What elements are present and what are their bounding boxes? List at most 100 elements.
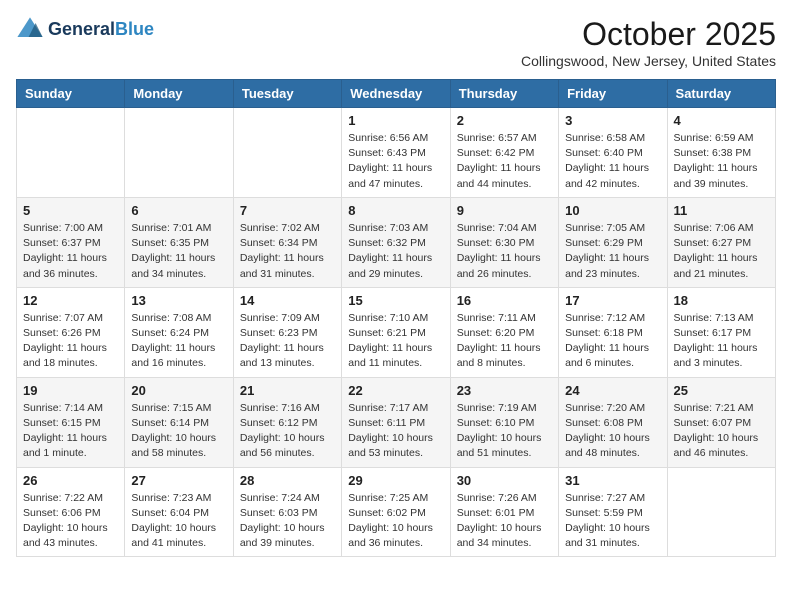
month-title: October 2025	[521, 16, 776, 53]
day-number: 24	[565, 383, 660, 398]
day-number: 13	[131, 293, 226, 308]
calendar-cell: 23 Sunrise: 7:19 AMSunset: 6:10 PMDayligh…	[450, 377, 558, 467]
calendar-cell: 31 Sunrise: 7:27 AMSunset: 5:59 PMDayligh…	[559, 467, 667, 557]
calendar-cell: 7 Sunrise: 7:02 AMSunset: 6:34 PMDaylight…	[233, 197, 341, 287]
day-number: 19	[23, 383, 118, 398]
calendar-cell	[667, 467, 775, 557]
calendar-cell: 26 Sunrise: 7:22 AMSunset: 6:06 PMDayligh…	[17, 467, 125, 557]
day-info: Sunrise: 7:02 AMSunset: 6:34 PMDaylight:…	[240, 221, 335, 282]
day-info: Sunrise: 7:06 AMSunset: 6:27 PMDaylight:…	[674, 221, 769, 282]
day-info: Sunrise: 7:04 AMSunset: 6:30 PMDaylight:…	[457, 221, 552, 282]
calendar-cell: 29 Sunrise: 7:25 AMSunset: 6:02 PMDayligh…	[342, 467, 450, 557]
calendar-cell: 14Sunrise: 7:09 AMSunset: 6:23 PMDayligh…	[233, 287, 341, 377]
calendar-cell: 19 Sunrise: 7:14 AMSunset: 6:15 PMDayligh…	[17, 377, 125, 467]
day-number: 16	[457, 293, 552, 308]
day-info: Sunrise: 7:20 AMSunset: 6:08 PMDaylight:…	[565, 401, 660, 462]
calendar-cell: 3 Sunrise: 6:58 AMSunset: 6:40 PMDaylight…	[559, 108, 667, 198]
calendar-cell: 9 Sunrise: 7:04 AMSunset: 6:30 PMDaylight…	[450, 197, 558, 287]
day-info: Sunrise: 7:25 AMSunset: 6:02 PMDaylight:…	[348, 491, 443, 552]
calendar-cell: 11 Sunrise: 7:06 AMSunset: 6:27 PMDayligh…	[667, 197, 775, 287]
day-info: Sunrise: 7:16 AMSunset: 6:12 PMDaylight:…	[240, 401, 335, 462]
weekday-header-saturday: Saturday	[667, 80, 775, 108]
logo-text: GeneralBlue	[48, 20, 154, 40]
day-info: Sunrise: 7:03 AMSunset: 6:32 PMDaylight:…	[348, 221, 443, 282]
calendar-cell: 17 Sunrise: 7:12 AMSunset: 6:18 PMDayligh…	[559, 287, 667, 377]
calendar-cell: 22 Sunrise: 7:17 AMSunset: 6:11 PMDayligh…	[342, 377, 450, 467]
day-number: 25	[674, 383, 769, 398]
logo: GeneralBlue	[16, 16, 154, 44]
day-number: 12	[23, 293, 118, 308]
page-header: GeneralBlue October 2025 Collingswood, N…	[16, 16, 776, 69]
day-number: 3	[565, 113, 660, 128]
day-number: 4	[674, 113, 769, 128]
calendar-cell: 24 Sunrise: 7:20 AMSunset: 6:08 PMDayligh…	[559, 377, 667, 467]
calendar-cell: 18 Sunrise: 7:13 AMSunset: 6:17 PMDayligh…	[667, 287, 775, 377]
week-row-1: 1 Sunrise: 6:56 AMSunset: 6:43 PMDaylight…	[17, 108, 776, 198]
day-info: Sunrise: 7:27 AMSunset: 5:59 PMDaylight:…	[565, 491, 660, 552]
weekday-header-thursday: Thursday	[450, 80, 558, 108]
calendar-cell: 30 Sunrise: 7:26 AMSunset: 6:01 PMDayligh…	[450, 467, 558, 557]
day-info: Sunrise: 6:56 AMSunset: 6:43 PMDaylight:…	[348, 131, 443, 192]
day-number: 11	[674, 203, 769, 218]
day-info: Sunrise: 7:07 AMSunset: 6:26 PMDaylight:…	[23, 311, 118, 372]
day-number: 5	[23, 203, 118, 218]
calendar-cell: 27Sunrise: 7:23 AMSunset: 6:04 PMDayligh…	[125, 467, 233, 557]
weekday-header-sunday: Sunday	[17, 80, 125, 108]
day-info: Sunrise: 7:23 AMSunset: 6:04 PMDaylight:…	[131, 491, 226, 552]
day-number: 29	[348, 473, 443, 488]
calendar-cell: 2Sunrise: 6:57 AMSunset: 6:42 PMDaylight…	[450, 108, 558, 198]
day-info: Sunrise: 7:26 AMSunset: 6:01 PMDaylight:…	[457, 491, 552, 552]
weekday-header-monday: Monday	[125, 80, 233, 108]
calendar-cell: 20 Sunrise: 7:15 AMSunset: 6:14 PMDayligh…	[125, 377, 233, 467]
day-info: Sunrise: 7:17 AMSunset: 6:11 PMDaylight:…	[348, 401, 443, 462]
day-info: Sunrise: 7:15 AMSunset: 6:14 PMDaylight:…	[131, 401, 226, 462]
calendar-cell: 21 Sunrise: 7:16 AMSunset: 6:12 PMDayligh…	[233, 377, 341, 467]
day-number: 6	[131, 203, 226, 218]
logo-icon	[16, 16, 44, 44]
calendar-cell: 10Sunrise: 7:05 AMSunset: 6:29 PMDayligh…	[559, 197, 667, 287]
calendar-cell: 1 Sunrise: 6:56 AMSunset: 6:43 PMDaylight…	[342, 108, 450, 198]
week-row-3: 12 Sunrise: 7:07 AMSunset: 6:26 PMDayligh…	[17, 287, 776, 377]
day-number: 1	[348, 113, 443, 128]
weekday-header-wednesday: Wednesday	[342, 80, 450, 108]
day-number: 17	[565, 293, 660, 308]
calendar-table: SundayMondayTuesdayWednesdayThursdayFrid…	[16, 79, 776, 557]
day-number: 14	[240, 293, 335, 308]
calendar-cell: 4 Sunrise: 6:59 AMSunset: 6:38 PMDaylight…	[667, 108, 775, 198]
day-number: 21	[240, 383, 335, 398]
calendar-cell	[17, 108, 125, 198]
calendar-cell: 13Sunrise: 7:08 AMSunset: 6:24 PMDayligh…	[125, 287, 233, 377]
day-number: 22	[348, 383, 443, 398]
day-number: 28	[240, 473, 335, 488]
weekday-header-row: SundayMondayTuesdayWednesdayThursdayFrid…	[17, 80, 776, 108]
day-info: Sunrise: 7:01 AMSunset: 6:35 PMDaylight:…	[131, 221, 226, 282]
day-info: Sunrise: 7:21 AMSunset: 6:07 PMDaylight:…	[674, 401, 769, 462]
calendar-cell: 12 Sunrise: 7:07 AMSunset: 6:26 PMDayligh…	[17, 287, 125, 377]
day-info: Sunrise: 6:58 AMSunset: 6:40 PMDaylight:…	[565, 131, 660, 192]
day-number: 31	[565, 473, 660, 488]
weekday-header-tuesday: Tuesday	[233, 80, 341, 108]
weekday-header-friday: Friday	[559, 80, 667, 108]
week-row-2: 5 Sunrise: 7:00 AMSunset: 6:37 PMDaylight…	[17, 197, 776, 287]
day-number: 18	[674, 293, 769, 308]
day-number: 20	[131, 383, 226, 398]
day-number: 26	[23, 473, 118, 488]
calendar-cell: 16 Sunrise: 7:11 AMSunset: 6:20 PMDayligh…	[450, 287, 558, 377]
week-row-4: 19 Sunrise: 7:14 AMSunset: 6:15 PMDayligh…	[17, 377, 776, 467]
day-number: 23	[457, 383, 552, 398]
day-info: Sunrise: 7:14 AMSunset: 6:15 PMDaylight:…	[23, 401, 118, 462]
day-info: Sunrise: 7:11 AMSunset: 6:20 PMDaylight:…	[457, 311, 552, 372]
day-info: Sunrise: 7:12 AMSunset: 6:18 PMDaylight:…	[565, 311, 660, 372]
day-number: 7	[240, 203, 335, 218]
day-number: 30	[457, 473, 552, 488]
day-info: Sunrise: 6:59 AMSunset: 6:38 PMDaylight:…	[674, 131, 769, 192]
day-number: 9	[457, 203, 552, 218]
calendar-cell	[125, 108, 233, 198]
day-info: Sunrise: 7:00 AMSunset: 6:37 PMDaylight:…	[23, 221, 118, 282]
day-info: Sunrise: 6:57 AMSunset: 6:42 PMDaylight:…	[457, 131, 552, 192]
day-info: Sunrise: 7:19 AMSunset: 6:10 PMDaylight:…	[457, 401, 552, 462]
calendar-cell: 15Sunrise: 7:10 AMSunset: 6:21 PMDayligh…	[342, 287, 450, 377]
day-info: Sunrise: 7:13 AMSunset: 6:17 PMDaylight:…	[674, 311, 769, 372]
week-row-5: 26 Sunrise: 7:22 AMSunset: 6:06 PMDayligh…	[17, 467, 776, 557]
day-info: Sunrise: 7:22 AMSunset: 6:06 PMDaylight:…	[23, 491, 118, 552]
